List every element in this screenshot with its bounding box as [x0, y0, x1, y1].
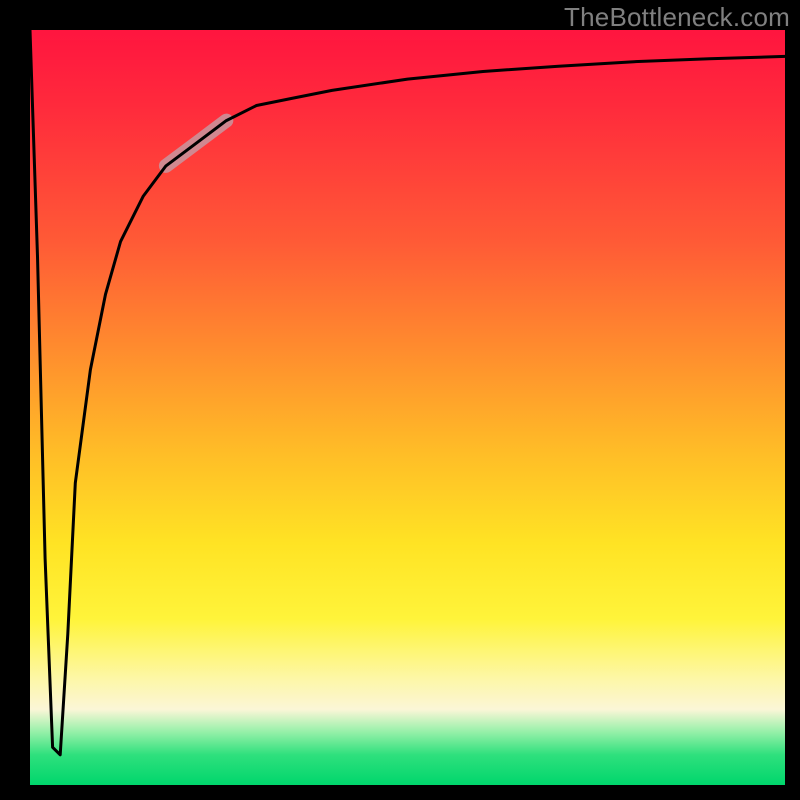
watermark-text: TheBottleneck.com [564, 2, 790, 33]
bottleneck-curve [30, 30, 785, 755]
plot-area [30, 30, 785, 785]
chart-frame: TheBottleneck.com [0, 0, 800, 800]
curve-svg [30, 30, 785, 785]
